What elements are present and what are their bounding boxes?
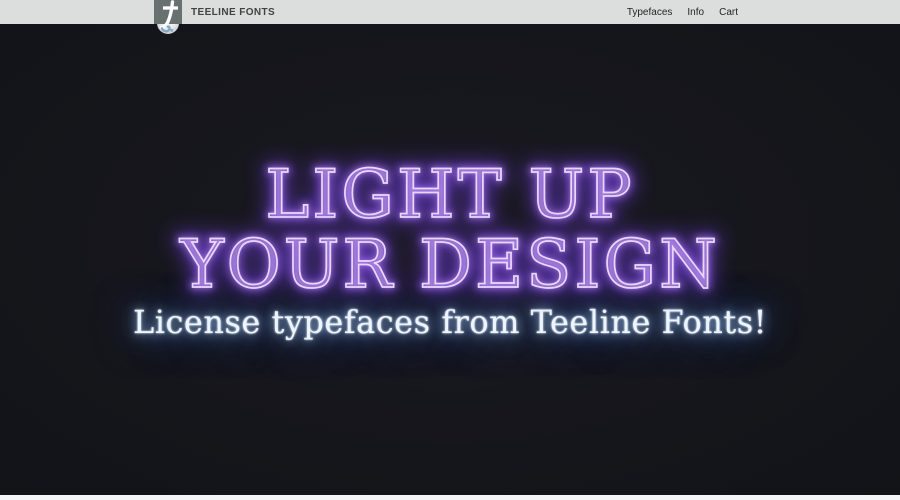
nav-container: TEELINE FONTS Typefaces Info Cart — [154, 0, 746, 34]
top-navbar: TEELINE FONTS Typefaces Info Cart — [0, 0, 900, 34]
hero-title-text-2: YOUR DESIGN — [179, 226, 720, 303]
logo-t-icon — [159, 0, 178, 33]
hero-title-text-1: LIGHT UP — [265, 156, 635, 233]
nav-link-cart[interactable]: Cart — [719, 7, 738, 18]
hero-subtitle: License typefaces from Teeline Fonts! — [132, 303, 768, 341]
hero-title-line-1: LIGHT UP LIGHT UP LIGHT UP — [0, 155, 900, 234]
nav-link-typefaces[interactable]: Typefaces — [627, 7, 673, 18]
brand-logo — [154, 0, 182, 34]
hero-title-line-2: YOUR DESIGN YOUR DESIGN YOUR DESIGN — [0, 225, 900, 304]
hero-section: LIGHT UP LIGHT UP LIGHT UP YOUR DESIGN Y… — [0, 24, 900, 495]
brand[interactable]: TEELINE FONTS — [154, 0, 276, 34]
hero-title: LIGHT UP LIGHT UP LIGHT UP YOUR DESIGN Y… — [0, 24, 900, 304]
next-section-edge — [0, 495, 900, 500]
nav-links: Typefaces Info Cart — [627, 7, 746, 18]
nav-link-info[interactable]: Info — [687, 7, 704, 18]
brand-name: TEELINE FONTS — [191, 6, 276, 18]
